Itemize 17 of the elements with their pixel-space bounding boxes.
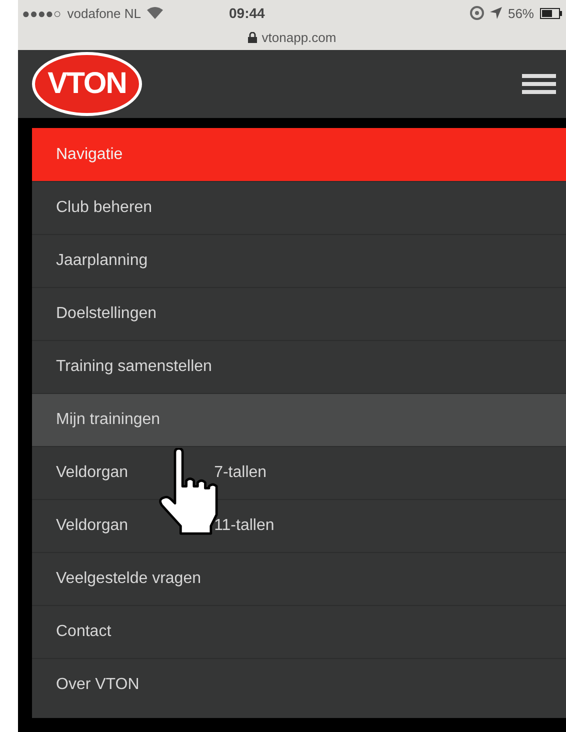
battery-icon (540, 8, 562, 18)
menu-item[interactable]: Mijn trainingen (32, 393, 566, 446)
signal-dots: ●●●●○ (22, 6, 62, 20)
lock-icon (248, 32, 257, 42)
menu-item-label: Veldorgan (56, 464, 128, 482)
menu-item-label: 7-tallen (214, 464, 267, 482)
menu-item-label: 11-tallen (214, 517, 274, 535)
carrier-name: vodafone NL (67, 6, 141, 20)
battery-percent: 56% (508, 6, 534, 20)
menu-icon[interactable] (522, 73, 556, 95)
clock-time: 09:44 (229, 5, 266, 21)
logo[interactable]: VTON (32, 51, 142, 117)
menu-title: Navigatie (32, 128, 566, 181)
url-text[interactable]: vtonapp.com (262, 30, 336, 44)
location-arrow-icon (490, 7, 502, 19)
wifi-icon (147, 7, 163, 19)
menu-item-label: Veldorgan (56, 517, 128, 535)
